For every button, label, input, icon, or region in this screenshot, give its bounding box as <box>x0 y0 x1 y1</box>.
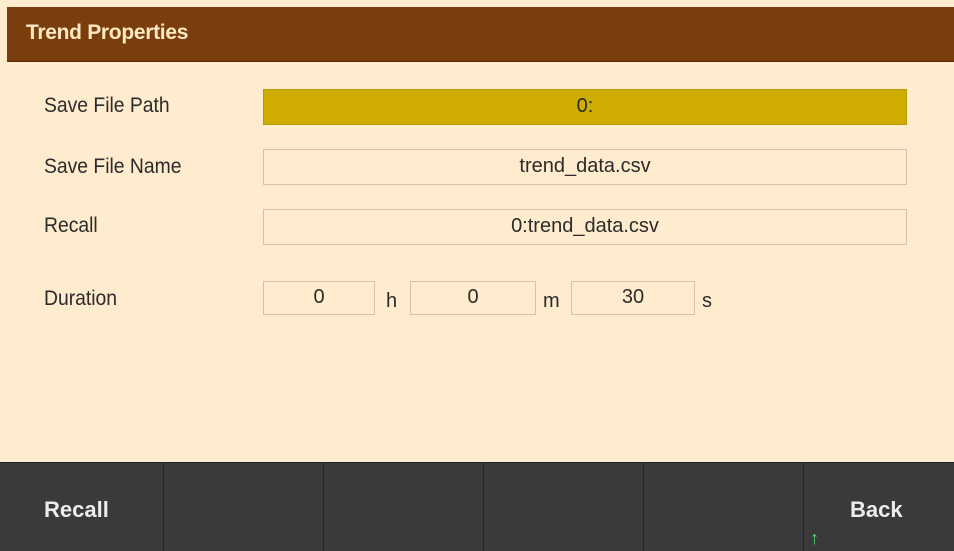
save-file-path-label: Save File Path <box>44 94 170 117</box>
softkey-4[interactable] <box>484 463 644 551</box>
softkey-recall-label: Recall <box>44 497 109 522</box>
softkey-3[interactable] <box>324 463 484 551</box>
title-bar: Trend Properties <box>7 7 954 62</box>
duration-hours-field[interactable]: 0 <box>263 281 375 315</box>
green-up-arrow-icon: ↑ <box>810 528 819 548</box>
minutes-unit: m <box>543 290 560 312</box>
save-file-name-label: Save File Name <box>44 155 182 178</box>
softkey-bar: Recall Back ↑ <box>0 462 954 551</box>
recall-label: Recall <box>44 214 98 237</box>
seconds-unit: s <box>702 290 712 312</box>
page-title: Trend Properties <box>26 21 189 44</box>
duration-minutes-field[interactable]: 0 <box>410 281 536 315</box>
save-file-path-field[interactable]: 0: <box>263 89 907 125</box>
softkey-back-label: Back <box>850 497 903 522</box>
trend-properties-screen: Trend Properties Save File Path 0: Save … <box>0 0 954 551</box>
duration-label: Duration <box>44 287 118 310</box>
softkey-back[interactable]: Back ↑ <box>804 463 954 551</box>
hours-unit: h <box>386 290 398 312</box>
softkey-recall[interactable]: Recall <box>0 463 164 551</box>
softkey-2[interactable] <box>164 463 324 551</box>
top-edge <box>0 0 954 7</box>
softkey-5[interactable] <box>644 463 804 551</box>
save-file-name-field[interactable]: trend_data.csv <box>263 149 907 185</box>
duration-seconds-field[interactable]: 30 <box>571 281 695 315</box>
recall-field[interactable]: 0:trend_data.csv <box>263 209 907 245</box>
